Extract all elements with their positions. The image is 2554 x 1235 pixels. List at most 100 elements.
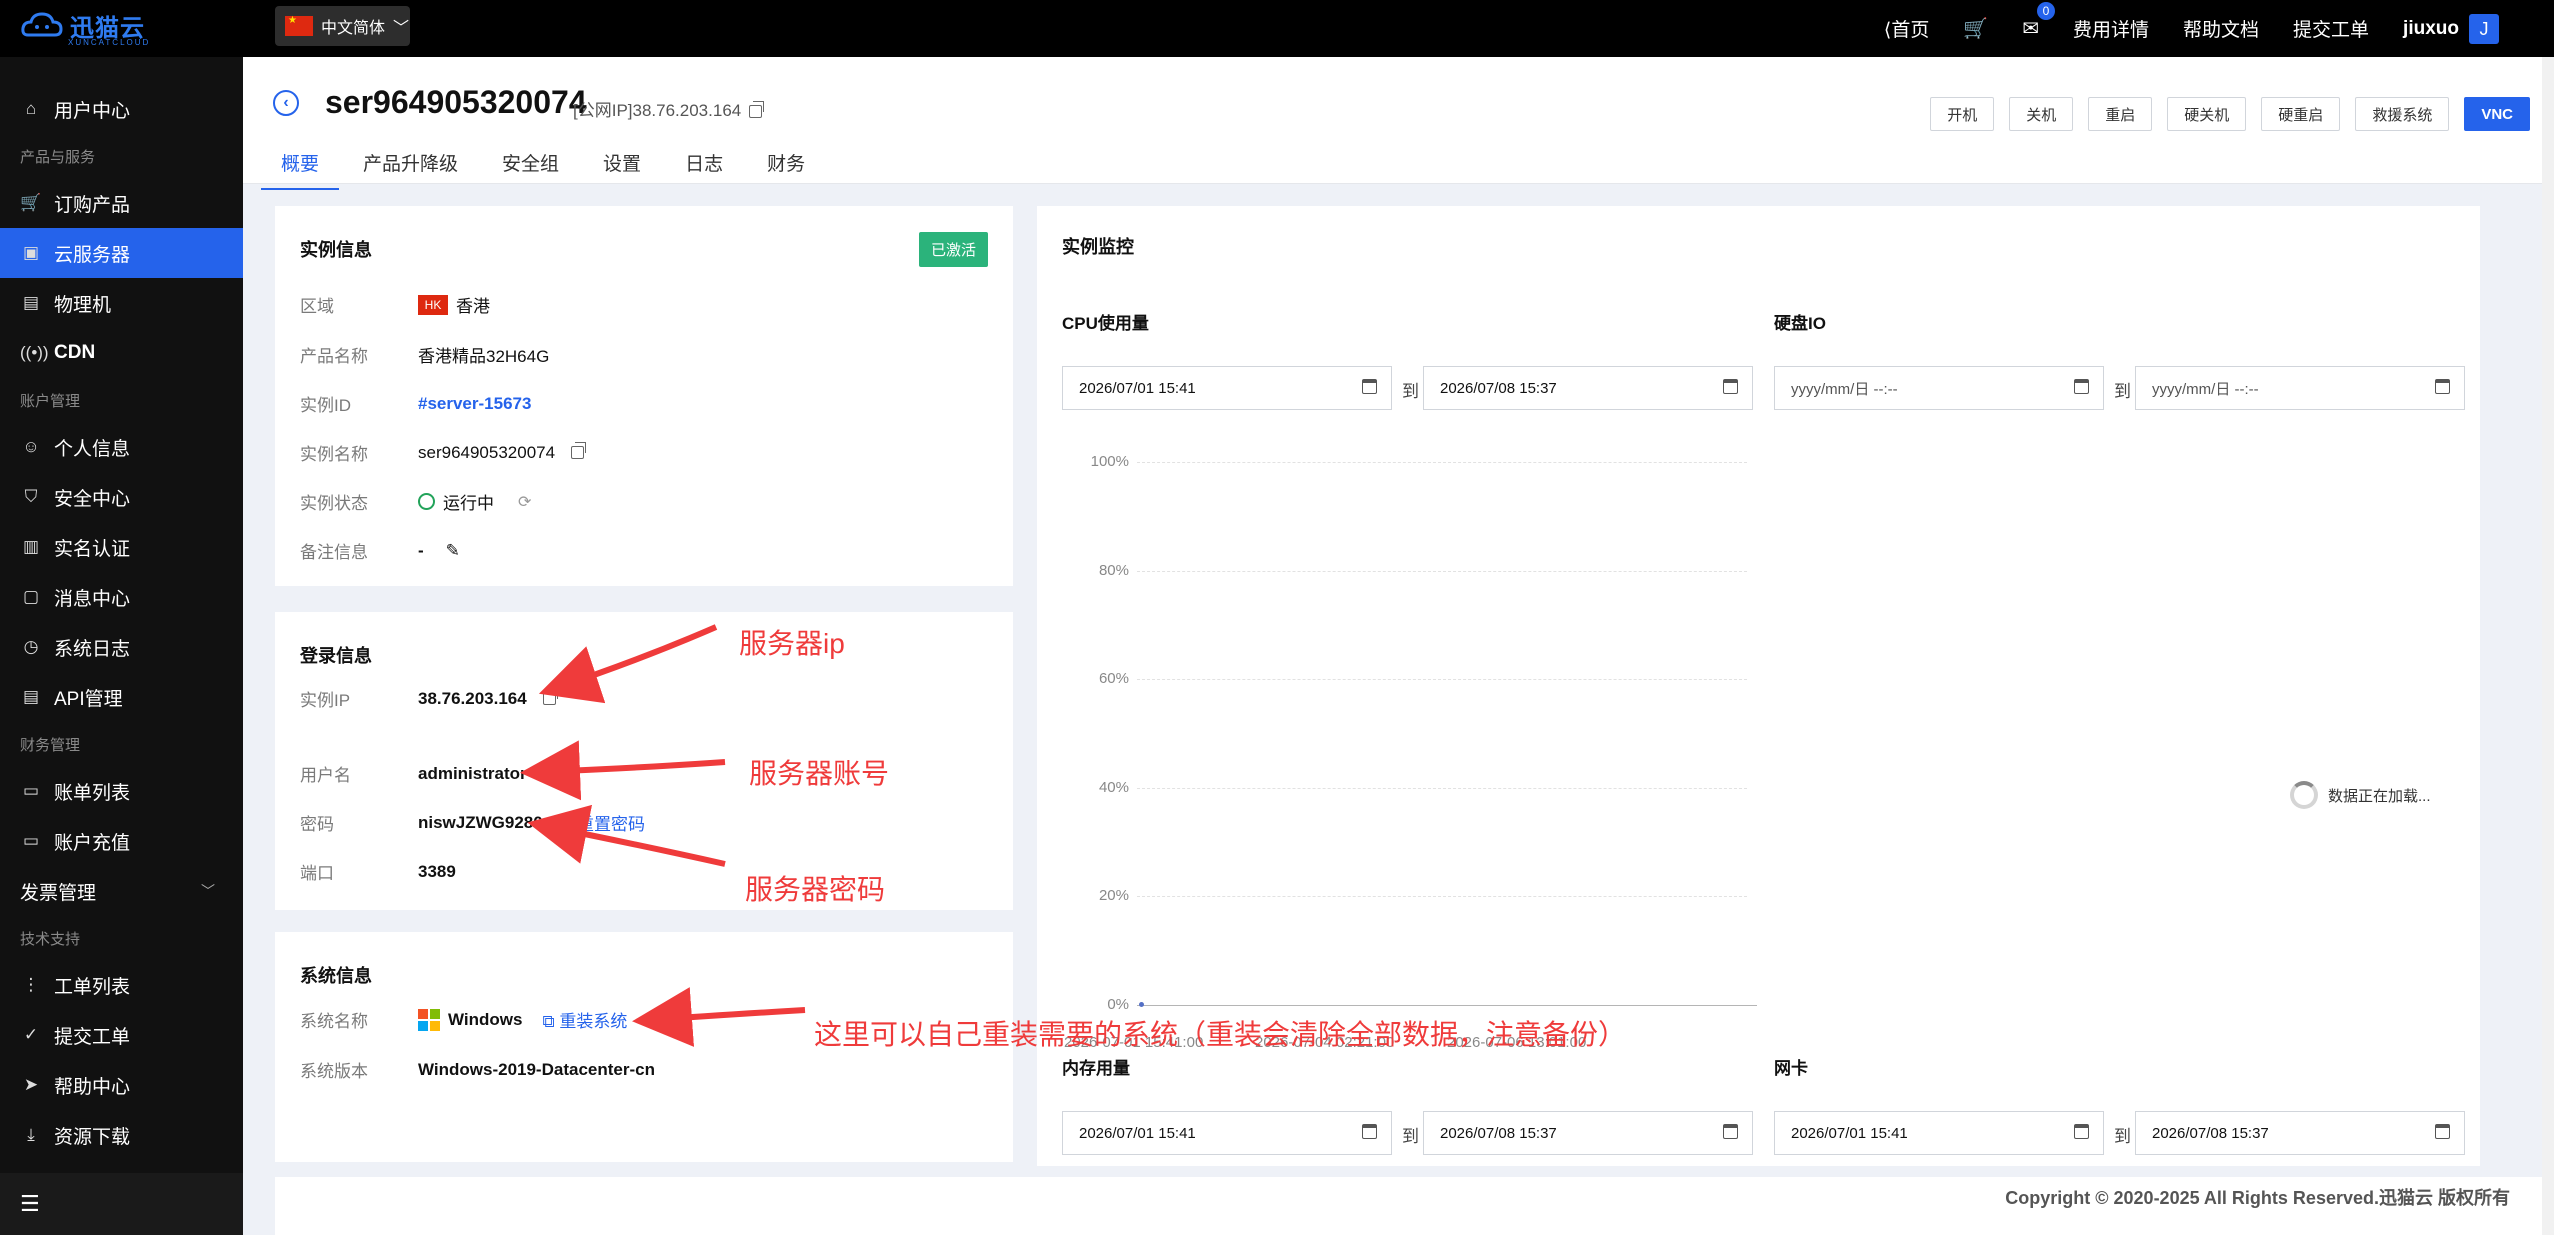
y-tick-label: 40% (1098, 778, 1129, 796)
tab-finance[interactable]: 财务 (747, 149, 825, 190)
sidebar-item-user-center[interactable]: ⌂ 用户中心 (0, 84, 243, 134)
sidebar-item-security[interactable]: ⛉ 安全中心 (0, 472, 243, 522)
sidebar-collapse-button[interactable]: ☰ (0, 1173, 250, 1235)
sidebar-item-profile[interactable]: ☺ 个人信息 (0, 422, 243, 472)
power-on-button[interactable]: 开机 (1930, 97, 1995, 131)
power-off-button[interactable]: 关机 (2009, 97, 2074, 131)
reinstall-icon: ⧉ (542, 1012, 555, 1031)
calendar-icon (2074, 1124, 2089, 1139)
card-title: 系统信息 (300, 966, 372, 986)
chevron-down-icon: ﹀ (201, 883, 215, 899)
instance-id-link[interactable]: #server-15673 (418, 394, 531, 414)
billing-link[interactable]: 费用详情 (2073, 15, 2149, 42)
y-tick-label: 60% (1098, 670, 1129, 688)
cpu-chart: 0% 20% 40% 60% 80% 100% 2026-07-01 15:41:00 202… (1037, 206, 1757, 1051)
scrollbar[interactable] (2542, 57, 2554, 1235)
list-icon: ⋮ (22, 975, 40, 994)
user-menu[interactable]: jiuxuo J (2403, 13, 2499, 44)
memory-title: 内存用量 (1062, 1059, 1130, 1078)
calendar-icon (1723, 1124, 1738, 1139)
hard-reboot-button[interactable]: 硬重启 (2261, 97, 2341, 131)
tab-overview[interactable]: 概要 (261, 149, 340, 190)
reset-password-link[interactable]: ✎重置密码 (563, 810, 645, 835)
message-count-badge: 0 (2037, 2, 2055, 20)
reboot-button[interactable]: 重启 (2088, 97, 2153, 131)
sidebar-item-order[interactable]: 🛒 订购产品 (0, 178, 243, 228)
sidebar-group-support: 技术支持 (20, 930, 81, 948)
tab-security-group[interactable]: 安全组 (482, 149, 579, 190)
ticket-link[interactable]: 提交工单 (2293, 15, 2369, 42)
copy-icon[interactable] (749, 101, 765, 119)
sidebar-group-finance: 财务管理 (20, 736, 81, 754)
language-select[interactable]: 中文简体 ﹀ (275, 6, 410, 46)
copy-icon[interactable] (542, 688, 558, 705)
copy-icon[interactable] (571, 442, 587, 459)
port-value: 3389 (418, 861, 456, 881)
net-start-date-input[interactable]: 2026/07/01 15:41 (1774, 1111, 2104, 1155)
annotation-ip: 服务器ip (739, 628, 845, 659)
edit-icon[interactable]: ✎ (446, 541, 460, 561)
sidebar-item-recharge[interactable]: ▭ 账户充值 (0, 816, 243, 866)
sidebar-item-label: 资源下载 (54, 1126, 131, 1148)
sidebar-item-label: 物理机 (54, 294, 112, 316)
mail-icon[interactable]: ✉ 0 (2022, 2, 2055, 41)
sidebar-item-syslog[interactable]: ◷ 系统日志 (0, 622, 243, 672)
version-value: Windows-2019-Datacenter-cn (418, 1059, 655, 1079)
sidebar-item-realname[interactable]: ▥ 实名认证 (0, 522, 243, 572)
sidebar-item-invoice[interactable]: 发票管理 ﹀ (0, 866, 243, 916)
vnc-button[interactable]: VNC (2464, 97, 2530, 131)
to-label: 到 (1402, 1127, 1419, 1146)
cart-icon[interactable]: 🛒 (1963, 16, 1988, 41)
reinstall-link[interactable]: ⧉ 重装系统 (542, 1007, 627, 1032)
rescue-button[interactable]: 救援系统 (2355, 97, 2450, 131)
net-end-date-input[interactable]: 2026/07/08 15:37 (2135, 1111, 2465, 1155)
field-label: 实例ID (300, 396, 351, 415)
loading-spinner-icon (2290, 781, 2318, 809)
back-icon[interactable]: ‹ (273, 90, 299, 116)
sidebar-item-tickets[interactable]: ⋮ 工单列表 (0, 960, 243, 1010)
y-tick-label: 100% (1090, 453, 1129, 470)
book-icon: ▥ (22, 537, 40, 556)
date-placeholder: yyyy/mm/日 --:-- (1791, 380, 1898, 398)
home-label: 首页 (1891, 20, 1930, 41)
home-link[interactable]: ⟨首页 (1884, 15, 1929, 42)
sidebar-item-cloud-server[interactable]: ▣ 云服务器 (0, 228, 243, 278)
disk-start-date-input[interactable]: yyyy/mm/日 --:-- (1774, 366, 2104, 410)
annotation-password: 服务器密码 (745, 874, 886, 905)
tab-settings[interactable]: 设置 (583, 149, 661, 190)
instance-info-card: 实例信息 已激活 区域 HK 香港 产品名称 香港精品32H64G 实例ID #serv… (275, 206, 1013, 586)
docs-link[interactable]: 帮助文档 (2183, 15, 2259, 42)
send-icon: ➤ (23, 1075, 39, 1094)
instance-header: ‹ ser964905320074 [公网IP]38.76.203.164 概要… (243, 57, 2542, 190)
field-label: 用户名 (300, 766, 351, 785)
sidebar-item-label: CDN (54, 342, 96, 363)
disk-loading: 数据正在加载... (2290, 781, 2431, 809)
card-title: 实例信息 (300, 240, 372, 260)
mem-start-date-input[interactable]: 2026/07/01 15:41 (1062, 1111, 1392, 1155)
top-bar: 迅猫云 XUNCATCLOUD 中文简体 ﹀ ⟨首页 🛒 ✉0 费用详情 帮助文… (0, 0, 2554, 57)
field-label: 实例IP (300, 691, 351, 710)
grid-line (1137, 787, 1747, 789)
sidebar-item-messages[interactable]: ▢ 消息中心 (0, 572, 243, 622)
disk-end-date-input[interactable]: yyyy/mm/日 --:-- (2135, 366, 2465, 410)
sidebar-item-help[interactable]: ➤ 帮助中心 (0, 1060, 243, 1110)
sidebar-item-bills[interactable]: ▭ 账单列表 (0, 766, 243, 816)
menu-icon: ☰ (20, 1191, 40, 1216)
system-row-version: 系统版本 Windows-2019-Datacenter-cn (300, 1057, 655, 1082)
sidebar-item-cdn[interactable]: ((•)) CDN (0, 328, 243, 378)
sidebar-item-submit-ticket[interactable]: ✓ 提交工单 (0, 1010, 243, 1060)
card-title: 登录信息 (300, 646, 372, 666)
mem-end-date-input[interactable]: 2026/07/08 15:37 (1423, 1111, 1753, 1155)
hard-off-button[interactable]: 硬关机 (2167, 97, 2247, 131)
date-placeholder: yyyy/mm/日 --:-- (2152, 380, 2259, 398)
tab-logs[interactable]: 日志 (665, 149, 743, 190)
sidebar-item-api[interactable]: ▤ API管理 (0, 672, 243, 722)
brand-logo[interactable]: 迅猫云 XUNCATCLOUD (20, 8, 148, 47)
sidebar-item-physical[interactable]: ▤ 物理机 (0, 278, 243, 328)
grid-line (1137, 1005, 1757, 1006)
refresh-icon[interactable]: ⟳ (518, 492, 531, 512)
sidebar-item-label: 用户中心 (54, 100, 131, 122)
sidebar-item-downloads[interactable]: ⤓ 资源下载 (0, 1110, 243, 1160)
tab-upgrade[interactable]: 产品升降级 (343, 149, 478, 190)
info-row-region: 区域 HK 香港 (300, 292, 490, 317)
